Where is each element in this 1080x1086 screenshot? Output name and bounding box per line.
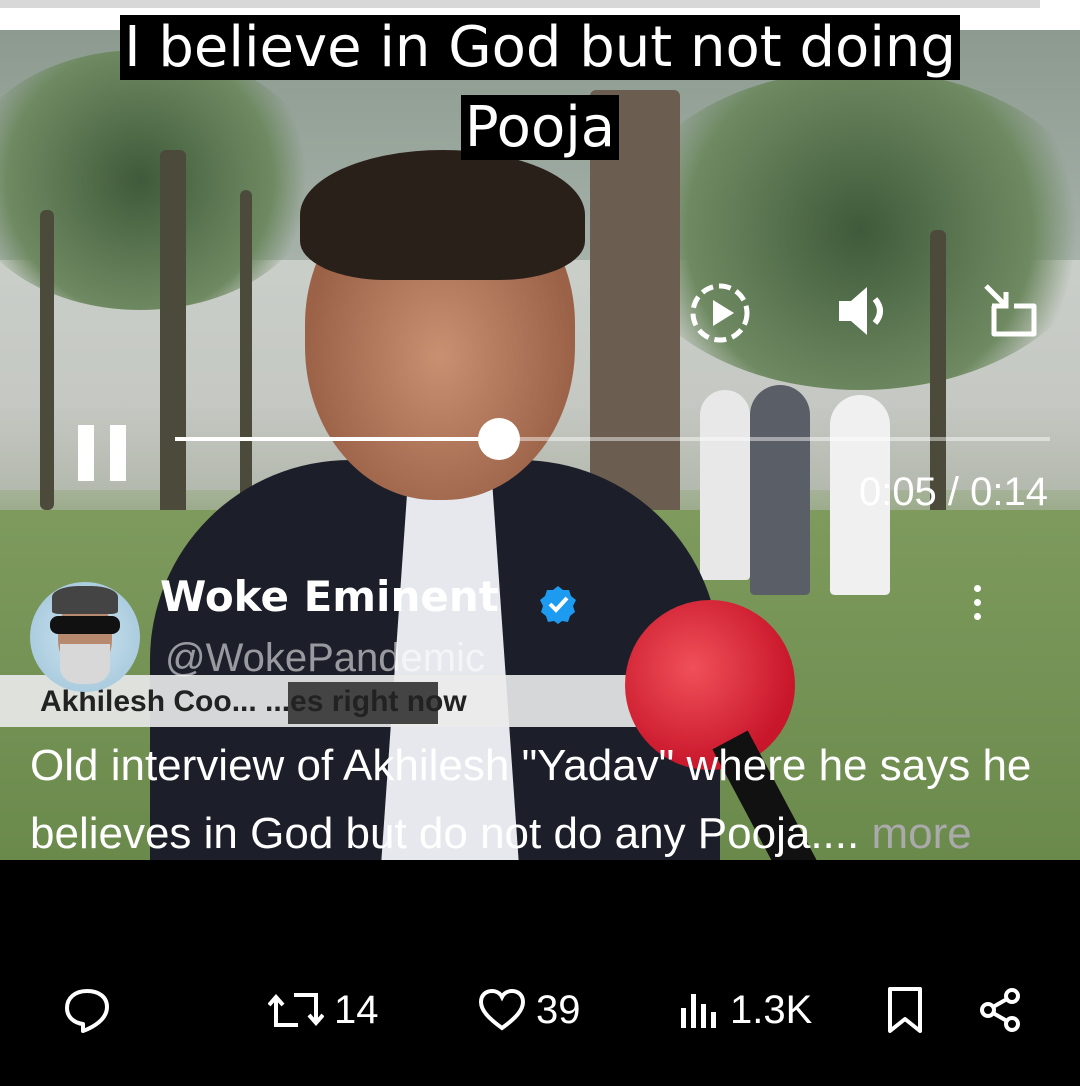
author-avatar[interactable] bbox=[30, 582, 140, 692]
repost-icon bbox=[268, 993, 324, 1027]
bookmark-button[interactable] bbox=[885, 975, 925, 1045]
views-icon bbox=[681, 994, 716, 1028]
volume-icon[interactable] bbox=[835, 283, 895, 339]
reply-icon bbox=[65, 989, 109, 1033]
more-link[interactable]: more bbox=[871, 809, 971, 858]
news-ticker-text: Akhilesh Coo... ...es right now bbox=[40, 685, 467, 718]
author-handle[interactable]: @WokePandemic bbox=[165, 636, 485, 681]
subtitle-line-1: I believe in God but not doing bbox=[120, 15, 960, 80]
pause-icon bbox=[78, 425, 94, 481]
author-name[interactable]: Woke Eminent bbox=[160, 572, 499, 621]
like-button[interactable]: 39 bbox=[478, 975, 581, 1045]
video-time: 0:05 / 0:14 bbox=[858, 470, 1048, 514]
views-button[interactable]: 1.3K bbox=[678, 975, 812, 1045]
post-caption: Old interview of Akhilesh "Yadav" where … bbox=[30, 732, 1050, 868]
reply-button[interactable] bbox=[62, 975, 112, 1045]
replay-icon[interactable] bbox=[687, 280, 753, 346]
exit-fullscreen-icon[interactable] bbox=[980, 280, 1042, 342]
video-progress-bar[interactable] bbox=[175, 418, 1050, 460]
video-subtitle: I believe in God but not doing Pooja bbox=[0, 8, 1080, 168]
bookmark-icon bbox=[888, 987, 922, 1033]
pause-button[interactable] bbox=[78, 425, 128, 481]
more-vertical-icon[interactable] bbox=[972, 583, 982, 623]
share-icon bbox=[980, 988, 1020, 1032]
views-count: 1.3K bbox=[730, 987, 813, 1032]
share-button[interactable] bbox=[978, 975, 1024, 1045]
action-bar: 14 39 1.3K bbox=[0, 975, 1080, 1045]
heart-icon bbox=[478, 988, 526, 1031]
repost-count: 14 bbox=[334, 987, 379, 1032]
like-count: 39 bbox=[536, 987, 581, 1032]
subtitle-line-2: Pooja bbox=[460, 95, 620, 160]
repost-button[interactable]: 14 bbox=[268, 975, 379, 1045]
progress-scrubber[interactable] bbox=[477, 418, 520, 460]
verified-badge-icon bbox=[540, 586, 576, 624]
